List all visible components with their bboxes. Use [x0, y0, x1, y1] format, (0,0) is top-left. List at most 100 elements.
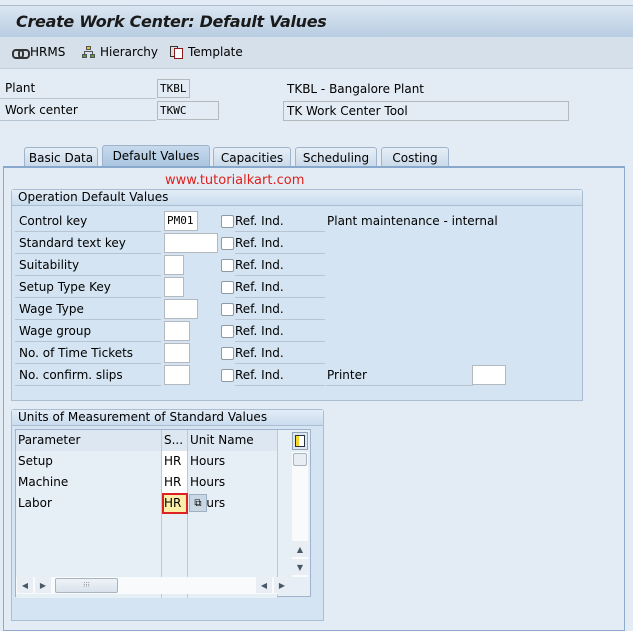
parameter-cell: Labor: [16, 493, 162, 514]
table-row: Setup HR Hours: [16, 451, 278, 472]
unit-name-cell: Hours: [188, 472, 278, 493]
template-icon: [170, 45, 185, 59]
plant-field[interactable]: TKBL: [157, 79, 190, 98]
hrms-label: HRMS: [30, 45, 66, 59]
ref-ind-label: Ref. Ind.: [235, 300, 325, 320]
work-center-description-field[interactable]: TK Work Center Tool: [283, 101, 569, 121]
horizontal-scroll-thumb[interactable]: ⁝⁝⁝: [55, 578, 118, 593]
field-input[interactable]: [164, 365, 190, 385]
scroll-down-button[interactable]: ▼: [292, 559, 308, 575]
ref-ind-checkbox[interactable]: [221, 325, 234, 338]
table-header: Parameter S... Unit Name: [16, 430, 278, 451]
ref-ind-label: Ref. Ind.: [235, 234, 325, 254]
ref-ind-label: Ref. Ind.: [235, 366, 325, 386]
column-config-button[interactable]: [292, 432, 308, 450]
tab-default-values[interactable]: Default Values: [102, 145, 210, 167]
scroll-right-end-button[interactable]: ▶: [274, 577, 290, 593]
ref-ind-checkbox[interactable]: [221, 303, 234, 316]
work-center-label: Work center: [0, 101, 156, 121]
control-key-description: Plant maintenance - internal: [327, 214, 498, 228]
field-input[interactable]: [164, 343, 190, 363]
value-help-icon: ⧉: [194, 497, 202, 509]
arrow-left-icon: ◀: [260, 580, 268, 590]
hierarchy-button[interactable]: Hierarchy: [82, 45, 158, 59]
ref-ind-checkbox[interactable]: [221, 369, 234, 382]
field-input[interactable]: [164, 277, 184, 297]
vertical-scrollbar[interactable]: ▲ ▼: [292, 452, 308, 577]
template-button[interactable]: Template: [170, 45, 243, 59]
arrow-right-icon: ▶: [39, 580, 47, 590]
field-label: Suitability: [15, 256, 161, 276]
unit-input[interactable]: [162, 535, 188, 556]
table-row: [16, 535, 278, 556]
table-settings-icon: [295, 435, 305, 447]
value-help-button[interactable]: ⧉: [189, 494, 207, 512]
field-input[interactable]: [164, 299, 198, 319]
tab-capacities[interactable]: Capacities: [213, 147, 291, 167]
tab-scheduling[interactable]: Scheduling: [295, 147, 377, 167]
ref-ind-label: Ref. Ind.: [235, 278, 325, 298]
horizontal-scrollbar[interactable]: ◀ ▶ ⁝⁝⁝ ◀ ▶: [16, 577, 290, 594]
plant-description: TKBL - Bangalore Plant: [287, 82, 425, 96]
parameter-cell: [16, 556, 162, 577]
field-label: Setup Type Key: [15, 278, 161, 298]
unit-name-cell: [188, 514, 278, 535]
field-label: No. of Time Tickets: [15, 344, 161, 364]
watermark: www.tutorialkart.com: [165, 173, 305, 188]
unit-input-focused[interactable]: HR: [162, 493, 188, 514]
scroll-left-button[interactable]: ◀: [17, 577, 33, 593]
ref-ind-checkbox[interactable]: [221, 259, 234, 272]
ref-ind-checkbox[interactable]: [221, 237, 234, 250]
printer-field[interactable]: [472, 365, 506, 385]
ref-ind-label: Ref. Ind.: [235, 256, 325, 276]
vertical-scroll-thumb[interactable]: [293, 453, 307, 466]
field-input[interactable]: [164, 321, 190, 341]
parameter-cell: [16, 514, 162, 535]
hrms-button[interactable]: HRMS: [12, 45, 65, 59]
title-bar: Create Work Center: Default Values: [0, 5, 633, 37]
field-label: Wage Type: [15, 300, 161, 320]
ref-ind-checkbox[interactable]: [221, 215, 234, 228]
printer-label: Printer: [326, 366, 473, 386]
chain-link-icon: [12, 46, 30, 59]
unit-input[interactable]: [162, 514, 188, 535]
unit-input[interactable]: [162, 556, 188, 577]
field-label: Control key: [15, 212, 161, 232]
unit-name-cell: [188, 535, 278, 556]
ref-ind-label: Ref. Ind.: [235, 212, 325, 232]
scroll-left-end-button[interactable]: ◀: [256, 577, 272, 593]
column-header-unit[interactable]: S...: [162, 430, 188, 451]
ref-ind-label: Ref. Ind.: [235, 322, 325, 342]
field-label: Standard text key: [15, 234, 161, 254]
unit-input[interactable]: HR: [162, 472, 188, 493]
parameter-cell: Setup: [16, 451, 162, 472]
parameter-cell: Machine: [16, 472, 162, 493]
hierarchy-label: Hierarchy: [100, 45, 159, 59]
plant-label: Plant: [0, 79, 156, 99]
arrow-right-icon: ▶: [278, 580, 286, 590]
field-input[interactable]: [164, 233, 218, 253]
ref-ind-label: Ref. Ind.: [235, 344, 325, 364]
unit-name-cell: [188, 556, 278, 577]
scroll-right-button[interactable]: ▶: [35, 577, 51, 593]
tab-costing[interactable]: Costing: [381, 147, 449, 167]
field-input[interactable]: [164, 255, 184, 275]
field-label: No. confirm. slips: [15, 366, 161, 386]
tab-basic-data[interactable]: Basic Data: [24, 147, 98, 167]
scroll-up-button[interactable]: ▲: [292, 541, 308, 557]
table-row: Labor HR Hours ⧉: [16, 493, 278, 514]
arrow-left-icon: ◀: [21, 580, 29, 590]
column-header-unit-name[interactable]: Unit Name: [188, 430, 278, 451]
unit-input[interactable]: HR: [162, 451, 188, 472]
table-row: [16, 556, 278, 577]
column-header-parameter[interactable]: Parameter: [16, 430, 162, 451]
work-center-field[interactable]: TKWC: [157, 101, 219, 120]
application-toolbar: HRMS Hierarchy Template: [0, 37, 633, 69]
table-row: Machine HR Hours: [16, 472, 278, 493]
page-title: Create Work Center: Default Values: [16, 12, 327, 31]
ref-ind-checkbox[interactable]: [221, 281, 234, 294]
ref-ind-checkbox[interactable]: [221, 347, 234, 360]
unit-name-cell: Hours: [188, 451, 278, 472]
group-title: Operation Default Values: [12, 190, 582, 206]
field-input[interactable]: PM01: [164, 211, 198, 231]
